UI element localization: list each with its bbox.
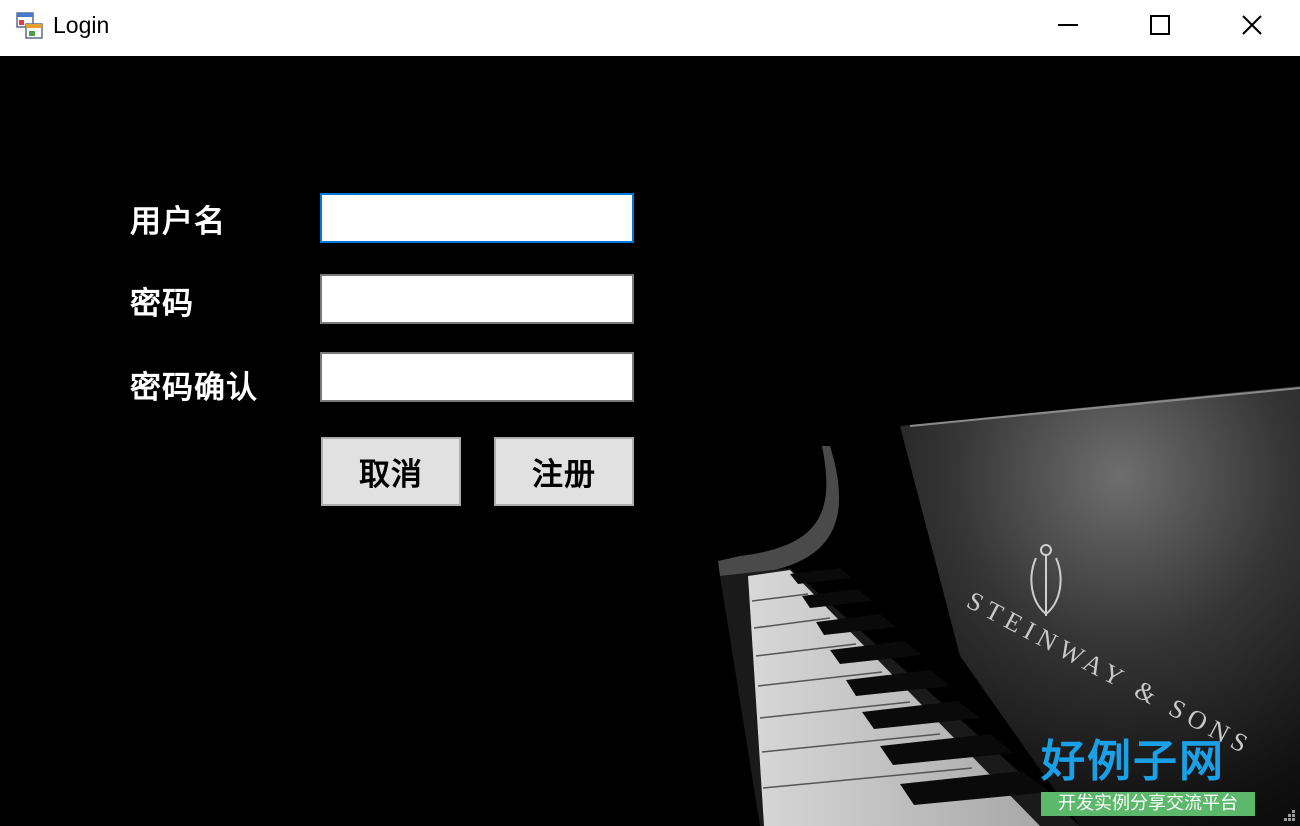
watermark-main-text: 好例子网	[1041, 736, 1225, 787]
login-window: Login STEINWAY & SONS 用户名 密码 密码确认 取消 注册 …	[0, 0, 1300, 826]
username-input[interactable]	[320, 193, 634, 243]
title-bar[interactable]: Login	[0, 0, 1300, 54]
close-button[interactable]	[1206, 0, 1298, 50]
register-button[interactable]: 注册	[494, 437, 634, 506]
minimize-icon	[1058, 24, 1078, 26]
maximize-button[interactable]	[1114, 0, 1206, 50]
app-form-icon	[16, 12, 43, 39]
resize-grip-icon[interactable]	[1280, 806, 1296, 822]
site-watermark: 好例子网 开发实例分享交流平台	[1041, 736, 1255, 816]
form-client-area: STEINWAY & SONS 用户名 密码 密码确认 取消 注册 好例子网 开…	[0, 56, 1300, 826]
watermark-sub-text: 开发实例分享交流平台	[1041, 792, 1255, 816]
password-input[interactable]	[320, 274, 634, 324]
window-title: Login	[53, 12, 110, 38]
cancel-button[interactable]: 取消	[321, 437, 461, 506]
confirm-password-input[interactable]	[320, 352, 634, 402]
piano-background-image: STEINWAY & SONS	[718, 386, 1300, 826]
password-label: 密码	[130, 286, 194, 322]
close-icon	[1242, 15, 1262, 35]
confirm-password-label: 密码确认	[130, 370, 258, 406]
username-label: 用户名	[130, 204, 226, 240]
minimize-button[interactable]	[1022, 0, 1114, 50]
maximize-icon	[1150, 15, 1170, 35]
